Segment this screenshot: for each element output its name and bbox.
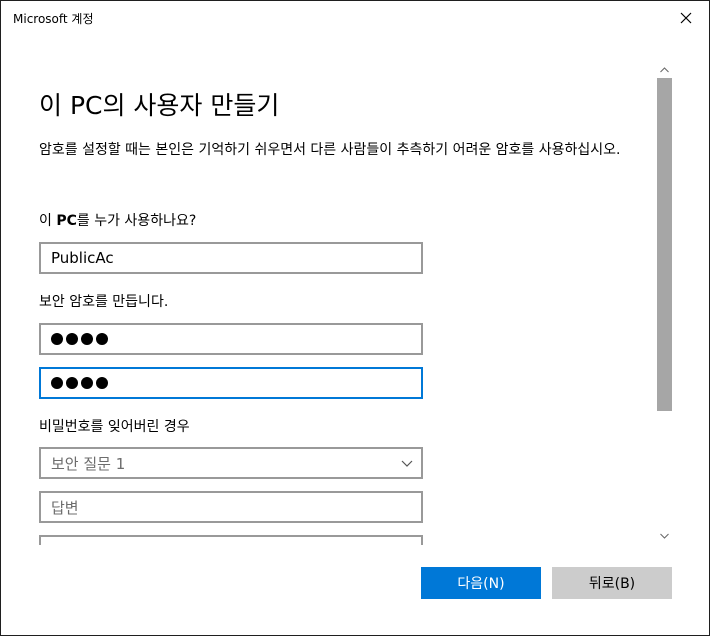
scrollbar[interactable] xyxy=(656,61,673,544)
username-value: PublicAc xyxy=(51,249,114,267)
back-button[interactable]: 뒤로(B) xyxy=(552,567,672,599)
password-input[interactable] xyxy=(39,323,423,355)
page-title: 이 PC의 사용자 만들기 xyxy=(39,91,280,120)
username-input[interactable]: PublicAc xyxy=(39,242,423,274)
dialog-content: 이 PC의 사용자 만들기 암호를 설정할 때는 본인은 기억하기 쉬우면서 다… xyxy=(1,35,656,545)
window-title: Microsoft 계정 xyxy=(13,12,94,26)
next-field-partial[interactable] xyxy=(39,535,423,545)
password-dot xyxy=(66,377,78,389)
password-label: 보안 암호를 만듭니다. xyxy=(39,294,169,310)
confirm-password-mask xyxy=(51,377,108,389)
username-label-suffix: 를 누가 사용하나요? xyxy=(76,213,197,229)
password-dot xyxy=(66,333,78,345)
password-dot xyxy=(51,377,63,389)
chevron-down-icon xyxy=(660,533,669,539)
scroll-down-button[interactable] xyxy=(656,527,673,544)
recovery-label: 비밀번호를 잊어버린 경우 xyxy=(39,419,190,435)
close-button[interactable] xyxy=(663,1,709,35)
answer-placeholder: 답변 xyxy=(51,498,79,517)
title-bar: Microsoft 계정 xyxy=(1,1,709,35)
password-dot xyxy=(81,377,93,389)
security-question-select[interactable]: 보안 질문 1 xyxy=(39,447,423,479)
answer-input[interactable]: 답변 xyxy=(39,491,423,523)
page-description: 암호를 설정할 때는 본인은 기억하기 쉬우면서 다른 사람들이 추측하기 어려… xyxy=(39,142,621,158)
username-label: 이 PC를 누가 사용하나요? xyxy=(39,210,196,230)
confirm-password-input[interactable] xyxy=(39,367,423,399)
close-icon xyxy=(680,12,692,24)
chevron-up-icon xyxy=(660,66,669,72)
scroll-thumb[interactable] xyxy=(657,78,672,411)
password-dot xyxy=(96,377,108,389)
username-label-bold: PC xyxy=(56,213,77,229)
password-dot xyxy=(81,333,93,345)
scroll-up-button[interactable] xyxy=(656,61,673,78)
password-dot xyxy=(96,333,108,345)
microsoft-account-dialog: Microsoft 계정 이 PC의 사용자 만들기 암호를 설정할 때는 본인… xyxy=(0,0,710,636)
password-dot xyxy=(51,333,63,345)
security-question-value: 보안 질문 1 xyxy=(51,454,126,473)
password-mask xyxy=(51,333,108,345)
username-label-prefix: 이 xyxy=(39,213,57,229)
chevron-down-icon xyxy=(401,460,413,467)
next-button[interactable]: 다음(N) xyxy=(421,567,541,599)
